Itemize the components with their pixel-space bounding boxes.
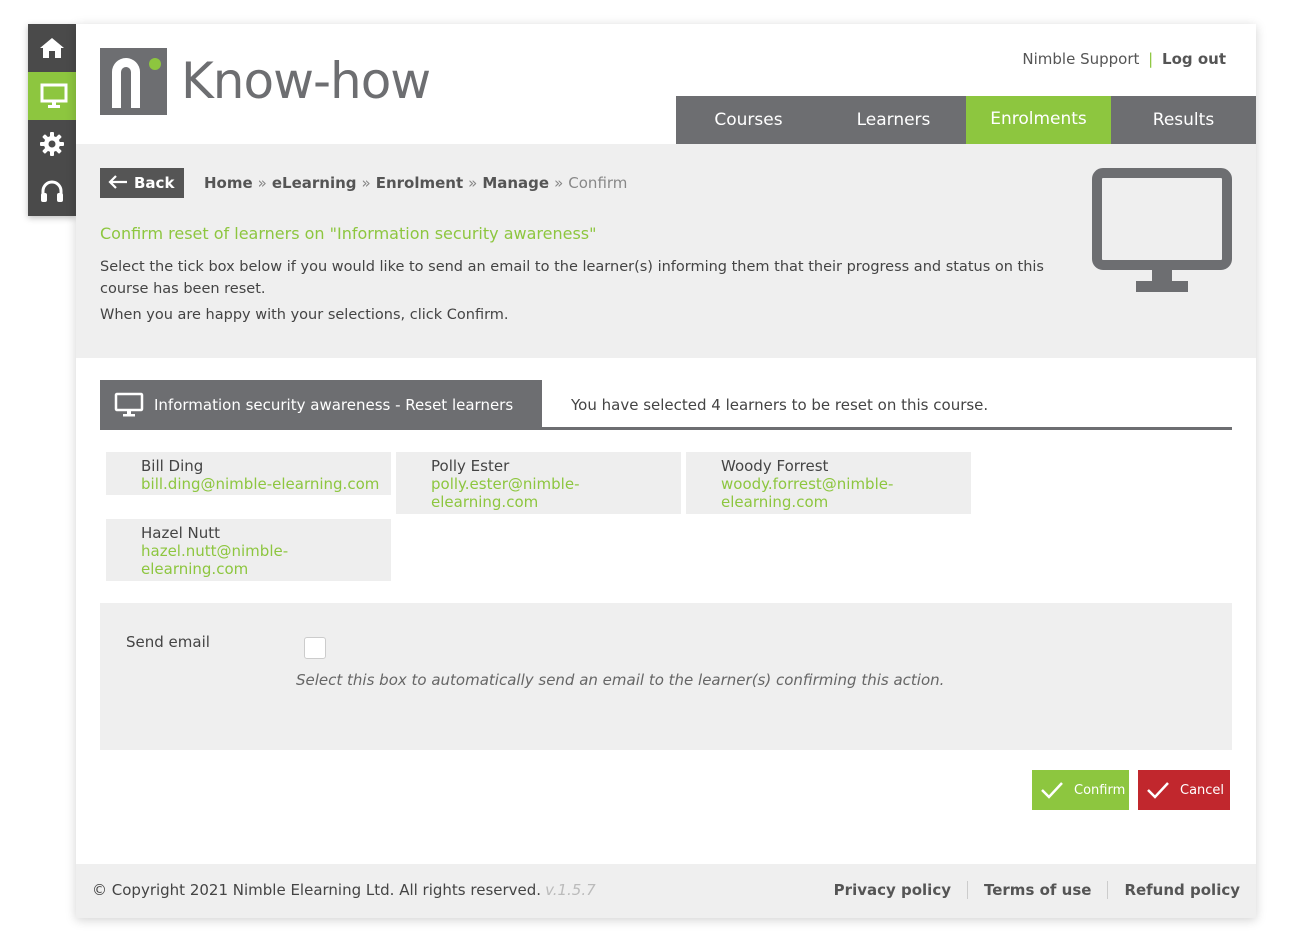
breadcrumb-manage[interactable]: Manage bbox=[482, 174, 549, 192]
cancel-label: Cancel bbox=[1180, 782, 1225, 798]
header: Know-how Nimble Support | Log out Course… bbox=[76, 24, 1256, 148]
footer-links: Privacy policy Terms of use Refund polic… bbox=[818, 881, 1240, 899]
refund-policy-link[interactable]: Refund policy bbox=[1107, 881, 1240, 899]
intro-hint: When you are happy with your selections,… bbox=[100, 307, 509, 323]
top-nav: Courses Learners Enrolments Results bbox=[676, 96, 1256, 148]
breadcrumb-current: Confirm bbox=[568, 174, 628, 192]
back-label: Back bbox=[134, 174, 175, 192]
logo[interactable]: Know-how bbox=[100, 48, 431, 115]
course-tab[interactable]: Information security awareness - Reset l… bbox=[100, 380, 542, 430]
back-button[interactable]: Back bbox=[100, 168, 184, 198]
course-bar: Information security awareness - Reset l… bbox=[100, 380, 1232, 430]
breadcrumb-sep: » bbox=[257, 174, 267, 192]
arrow-left-icon bbox=[108, 173, 128, 194]
version-label: v.1.5.7 bbox=[545, 881, 596, 899]
rail-support[interactable] bbox=[28, 168, 76, 216]
learner-email[interactable]: polly.ester@nimble-elearning.com bbox=[431, 475, 671, 511]
home-icon bbox=[40, 38, 64, 58]
monitor-icon bbox=[114, 392, 144, 417]
tab-enrolments[interactable]: Enrolments bbox=[966, 96, 1111, 148]
tab-courses[interactable]: Courses bbox=[676, 96, 821, 144]
learner-name: Woody Forrest bbox=[721, 457, 829, 475]
email-panel: Send email Select this box to automatica… bbox=[100, 603, 1232, 750]
intro-section: Back Home» eLearning» Enrolment» Manage» Con… bbox=[76, 144, 1256, 358]
learner-name: Hazel Nutt bbox=[141, 524, 220, 542]
rail-home[interactable] bbox=[28, 24, 76, 72]
monitor-icon bbox=[40, 83, 68, 108]
copyright-text: © Copyright 2021 Nimble Elearning Ltd. A… bbox=[92, 881, 542, 899]
tab-results[interactable]: Results bbox=[1111, 96, 1256, 144]
rail-settings[interactable] bbox=[28, 120, 76, 168]
breadcrumb-home[interactable]: Home bbox=[204, 174, 253, 192]
send-email-label: Send email bbox=[126, 633, 210, 651]
confirm-button[interactable]: Confirm bbox=[1032, 770, 1129, 810]
user-name[interactable]: Nimble Support bbox=[1022, 50, 1139, 68]
intro-instructions: Select the tick box below if you would l… bbox=[100, 259, 1044, 297]
side-rail bbox=[28, 24, 80, 216]
learner-email[interactable]: bill.ding@nimble-elearning.com bbox=[141, 475, 381, 493]
confirm-label: Confirm bbox=[1074, 782, 1126, 798]
learner-email[interactable]: woody.forrest@nimble-elearning.com bbox=[721, 475, 961, 511]
breadcrumb-elearning[interactable]: eLearning bbox=[272, 174, 357, 192]
cancel-button[interactable]: Cancel bbox=[1138, 770, 1230, 810]
headset-icon bbox=[41, 180, 63, 202]
user-links-separator: | bbox=[1148, 50, 1154, 68]
logo-mark bbox=[100, 48, 167, 115]
send-email-checkbox[interactable] bbox=[304, 637, 326, 659]
breadcrumb-enrolment[interactable]: Enrolment bbox=[376, 174, 463, 192]
breadcrumb-sep: » bbox=[468, 174, 478, 192]
gear-icon bbox=[40, 132, 64, 156]
send-email-help: Select this box to automatically send an… bbox=[296, 671, 945, 689]
breadcrumb: Home» eLearning» Enrolment» Manage» Confirm bbox=[204, 174, 627, 192]
footer: © Copyright 2021 Nimble Elearning Ltd. A… bbox=[76, 864, 1256, 918]
learner-name: Polly Ester bbox=[431, 457, 510, 475]
learner-card: Bill Ding bill.ding@nimble-elearning.com bbox=[106, 452, 391, 495]
terms-of-use-link[interactable]: Terms of use bbox=[967, 881, 1107, 899]
page-title: Confirm reset of learners on "Informatio… bbox=[100, 224, 597, 243]
check-icon bbox=[1147, 782, 1169, 799]
learner-card: Hazel Nutt hazel.nutt@nimble-elearning.c… bbox=[106, 519, 391, 581]
logout-link[interactable]: Log out bbox=[1162, 50, 1226, 68]
learner-email[interactable]: hazel.nutt@nimble-elearning.com bbox=[141, 542, 381, 578]
monitor-illustration-icon bbox=[1092, 168, 1232, 300]
copyright: © Copyright 2021 Nimble Elearning Ltd. A… bbox=[92, 881, 596, 899]
privacy-policy-link[interactable]: Privacy policy bbox=[818, 881, 967, 899]
learner-name: Bill Ding bbox=[141, 457, 204, 475]
tab-learners[interactable]: Learners bbox=[821, 96, 966, 144]
learner-card: Woody Forrest woody.forrest@nimble-elear… bbox=[686, 452, 971, 514]
user-links: Nimble Support | Log out bbox=[1022, 50, 1226, 68]
app-window: Know-how Nimble Support | Log out Course… bbox=[76, 24, 1256, 918]
learner-card: Polly Ester polly.ester@nimble-elearning… bbox=[396, 452, 681, 514]
course-tab-label: Information security awareness - Reset l… bbox=[154, 396, 514, 414]
breadcrumb-sep: » bbox=[554, 174, 564, 192]
selection-summary: You have selected 4 learners to be reset… bbox=[571, 396, 989, 414]
rail-elearning[interactable] bbox=[28, 72, 80, 120]
breadcrumb-sep: » bbox=[361, 174, 371, 192]
logo-text: Know-how bbox=[181, 52, 431, 110]
check-icon bbox=[1041, 782, 1063, 799]
